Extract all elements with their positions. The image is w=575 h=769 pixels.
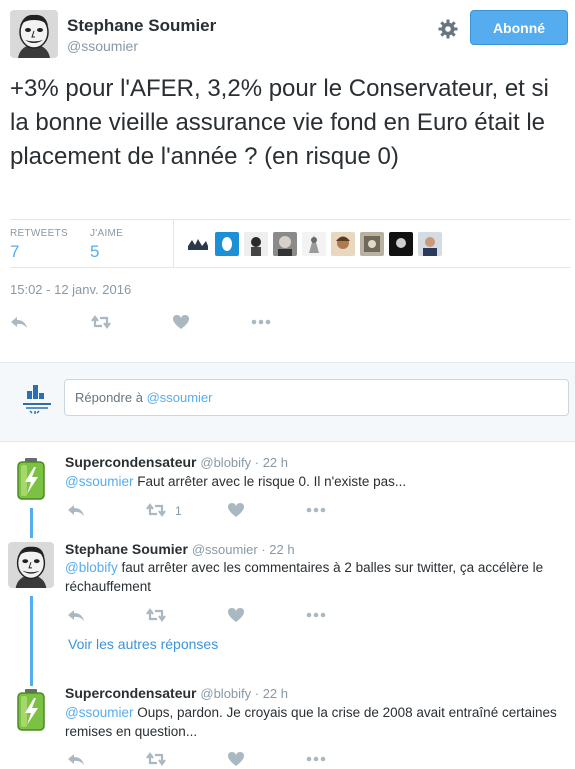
- reply-author-name: Supercondensateur: [65, 685, 197, 701]
- reply-actions: [65, 749, 335, 769]
- liker-avatar[interactable]: [215, 232, 239, 256]
- settings-gear-icon[interactable]: [436, 17, 460, 41]
- caricature-avatar-icon: [10, 10, 58, 58]
- reply-input-prefix: Répondre à: [75, 390, 147, 405]
- thread-connector: [30, 596, 33, 686]
- caricature-avatar-icon: [8, 542, 54, 588]
- reply-logo-icon: [20, 382, 54, 416]
- reply-body: Faut arrêter avec le risque 0. Il n'exis…: [133, 474, 407, 489]
- liker-avatar[interactable]: [302, 232, 326, 256]
- retweets-count: 7: [10, 242, 20, 261]
- liker-avatar[interactable]: [244, 232, 268, 256]
- liker-avatar[interactable]: [389, 232, 413, 256]
- reply-input-mention: @ssoumier: [146, 390, 213, 405]
- battery-avatar-icon: [8, 455, 54, 501]
- reply-author[interactable]: Supercondensateur @blobify · 22 h: [65, 454, 288, 470]
- more-dots-icon[interactable]: [250, 312, 272, 332]
- more-dots-icon[interactable]: [305, 749, 327, 769]
- reply-mention[interactable]: @ssoumier: [65, 474, 133, 489]
- reply-avatar[interactable]: [8, 455, 54, 501]
- retweet-icon[interactable]: [145, 605, 167, 625]
- reply-meta: @blobify · 22 h: [200, 455, 289, 470]
- reply-actions: [65, 605, 335, 625]
- reply-avatar[interactable]: [8, 542, 54, 588]
- like-heart-icon[interactable]: [225, 605, 247, 625]
- follow-button[interactable]: Abonné: [470, 10, 568, 45]
- reply-composer: Répondre à @ssoumier: [0, 362, 575, 442]
- reply-text: @ssoumier Oups, pardon. Je croyais que l…: [65, 703, 570, 741]
- reply-text: @blobify faut arrêter avec les commentai…: [65, 558, 570, 596]
- reply-body: faut arrêter avec les commentaires à 2 b…: [65, 560, 544, 594]
- reply-body: Oups, pardon. Je croyais que la crise de…: [65, 705, 557, 739]
- liker-avatar[interactable]: [360, 232, 384, 256]
- author-name[interactable]: Stephane Soumier: [67, 16, 216, 36]
- like-heart-icon[interactable]: [225, 500, 247, 520]
- likes-count: 5: [90, 242, 100, 261]
- reply-author[interactable]: Supercondensateur @blobify · 22 h: [65, 685, 288, 701]
- liker-avatar[interactable]: [186, 232, 210, 256]
- tweet-stats: RETWEETS 7 J'AIME 5: [10, 219, 570, 268]
- reply-icon[interactable]: [65, 749, 87, 769]
- tweet-timestamp[interactable]: 15:02 - 12 janv. 2016: [10, 282, 131, 297]
- author-avatar[interactable]: [10, 10, 58, 58]
- reply-author[interactable]: Stephane Soumier @ssoumier · 22 h: [65, 541, 295, 557]
- reply-avatar[interactable]: [8, 686, 54, 732]
- more-replies-link[interactable]: Voir les autres réponses: [68, 636, 218, 652]
- retweets-stat[interactable]: RETWEETS 7: [10, 228, 68, 262]
- reply-icon[interactable]: [65, 500, 87, 520]
- battery-avatar-icon: [8, 686, 54, 732]
- reply-meta: @blobify · 22 h: [200, 686, 289, 701]
- retweets-label: RETWEETS: [10, 228, 68, 239]
- reply-meta: @ssoumier · 22 h: [191, 542, 295, 557]
- reply-text: @ssoumier Faut arrêter avec le risque 0.…: [65, 472, 570, 491]
- retweet-count: 1: [175, 504, 182, 518]
- reply-actions: 1: [65, 500, 335, 520]
- reply-author-name: Supercondensateur: [65, 454, 197, 470]
- more-dots-icon[interactable]: [305, 605, 327, 625]
- retweet-icon[interactable]: [90, 312, 112, 332]
- tweet-actions: [8, 312, 308, 332]
- liker-avatar[interactable]: [418, 232, 442, 256]
- thread-connector: [30, 508, 33, 538]
- like-heart-icon[interactable]: [170, 312, 192, 332]
- reply-icon[interactable]: [8, 312, 30, 332]
- tweet-text: +3% pour l'AFER, 3,2% pour le Conservate…: [10, 75, 549, 170]
- likes-label: J'AIME: [90, 228, 124, 239]
- reply-mention[interactable]: @ssoumier: [65, 705, 133, 720]
- author-handle[interactable]: @ssoumier: [67, 38, 138, 54]
- likes-stat[interactable]: J'AIME 5: [90, 228, 123, 262]
- reply-author-name: Stephane Soumier: [65, 541, 188, 557]
- retweet-icon[interactable]: [145, 500, 167, 520]
- retweet-icon[interactable]: [145, 749, 167, 769]
- stats-divider: [173, 220, 174, 267]
- reply-mention[interactable]: @blobify: [65, 560, 118, 575]
- more-dots-icon[interactable]: [305, 500, 327, 520]
- reply-icon[interactable]: [65, 605, 87, 625]
- like-heart-icon[interactable]: [225, 749, 247, 769]
- liker-avatar[interactable]: [273, 232, 297, 256]
- liker-avatar[interactable]: [331, 232, 355, 256]
- tweet-header: Stephane Soumier @ssoumier Abonné: [0, 0, 575, 70]
- reply-input[interactable]: Répondre à @ssoumier: [64, 379, 569, 416]
